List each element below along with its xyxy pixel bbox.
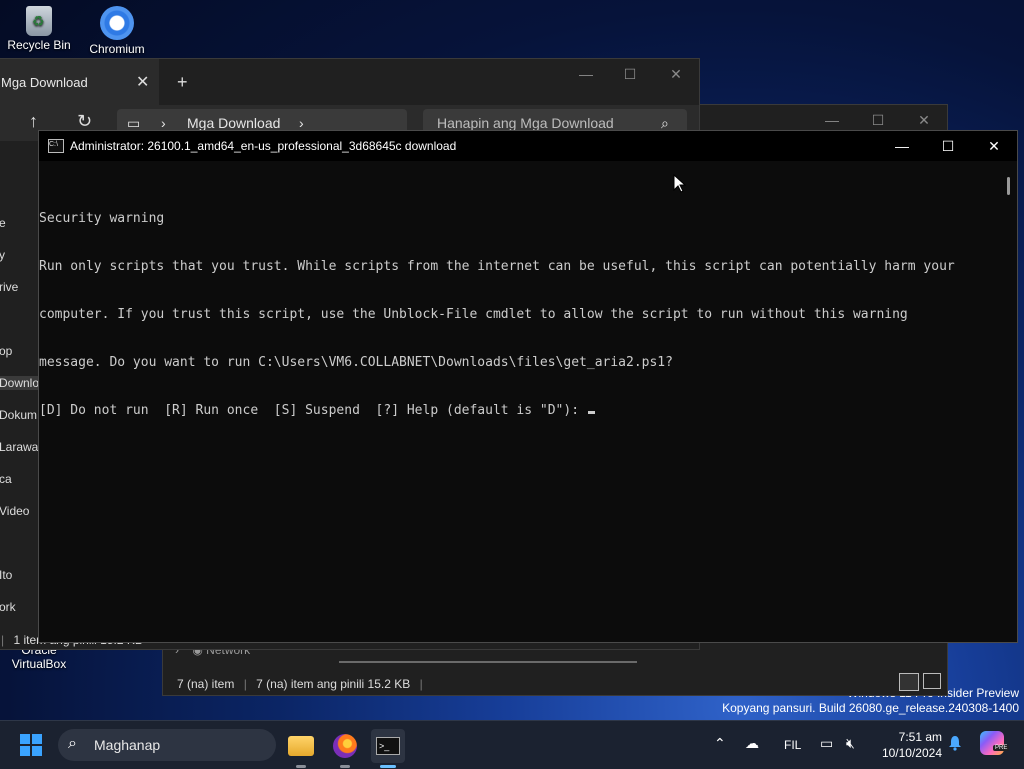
chevron-up-icon[interactable]: ⌃	[714, 735, 726, 752]
console-line: Run only scripts that you trust. While s…	[39, 259, 955, 274]
tab-title: Mga Download	[1, 75, 88, 90]
firefox-icon	[333, 734, 357, 758]
sidebar-item-downloads[interactable]: Downlo	[0, 376, 42, 390]
volume-muted-icon[interactable]: 🔇︎	[846, 735, 855, 752]
up-arrow-icon[interactable]: ↑	[29, 111, 38, 132]
status-bar: 7 (na) item | 7 (na) item ang pinili 15.…	[177, 677, 423, 691]
text-cursor	[587, 411, 595, 414]
maximize-button[interactable]: ☐	[925, 131, 971, 161]
console-icon: C:\	[48, 139, 64, 153]
search-input[interactable]: Hanapin ang Mga Download	[437, 115, 614, 131]
sidebar-item[interactable]: Dokum	[0, 408, 37, 422]
desktop-icon-recycle-bin[interactable]: Recycle Bin	[0, 0, 78, 52]
console-prompt: [D] Do not run [R] Run once [S] Suspend …	[39, 403, 587, 418]
clock-time: 7:51 am	[898, 730, 942, 744]
terminal-window[interactable]: C:\ Administrator: 26100.1_amd64_en-us_p…	[38, 130, 1018, 643]
mouse-cursor-icon	[673, 174, 687, 193]
desktop-icon-label: VirtualBox	[11, 657, 67, 671]
network-icon[interactable]: ▭	[820, 735, 833, 752]
sidebar-item[interactable]: y	[0, 248, 5, 262]
taskbar-search[interactable]: ⌕ Maghanap	[58, 729, 276, 761]
pre-badge: PRE	[993, 745, 1010, 751]
new-tab-button[interactable]: +	[177, 72, 188, 93]
search-input[interactable]: Maghanap	[94, 737, 160, 753]
chevron-right-icon: ›	[161, 115, 166, 131]
terminal-icon: >_	[376, 737, 400, 755]
vertical-scrollbar[interactable]	[1007, 177, 1010, 195]
taskbar: ⌕ Maghanap >_ ⌃ ☁ FIL ▭ 🔇︎ 7:51 am 10/10…	[0, 720, 1024, 769]
refresh-icon[interactable]: ↻	[77, 111, 92, 132]
windows-logo-icon	[20, 734, 30, 744]
taskbar-terminal[interactable]: >_	[371, 729, 405, 763]
console-line: computer. If you trust this script, use …	[39, 307, 908, 322]
horizontal-scrollbar[interactable]	[339, 661, 637, 663]
breadcrumb[interactable]: Mga Download	[187, 115, 280, 131]
minimize-button[interactable]: —	[879, 131, 925, 161]
chevron-right-icon[interactable]: ›	[299, 115, 304, 131]
recycle-bin-icon	[26, 6, 52, 36]
tiles-view-icon[interactable]	[923, 673, 941, 689]
desktop-icon-chromium[interactable]: Chromium	[78, 0, 156, 56]
close-button[interactable]: ✕	[653, 59, 699, 89]
file-explorer-icon	[288, 736, 314, 756]
window-title: Administrator: 26100.1_amd64_en-us_profe…	[70, 139, 457, 153]
console-output[interactable]: Security warning Run only scripts that y…	[39, 179, 1001, 451]
watermark-line2: Kopyang pansuri. Build 26080.ge_release.…	[722, 701, 1019, 715]
sidebar-item[interactable]: ork	[0, 600, 16, 614]
language-indicator[interactable]: FIL	[784, 738, 801, 752]
console-line: message. Do you want to run C:\Users\VM6…	[39, 355, 673, 370]
start-button[interactable]	[20, 734, 42, 756]
minimize-button[interactable]: —	[563, 59, 609, 89]
desktop-icon-label: Chromium	[89, 42, 145, 56]
sidebar-item[interactable]: e	[0, 216, 6, 230]
console-prompt-line[interactable]: [D] Do not run [R] Run once [S] Suspend …	[39, 403, 1001, 419]
taskbar-firefox[interactable]	[328, 729, 362, 763]
sidebar-item[interactable]: ca	[0, 472, 12, 486]
sidebar-item[interactable]: Video	[0, 504, 29, 518]
cloud-off-icon[interactable]: ☁	[745, 735, 759, 752]
search-icon: ⌕	[68, 735, 77, 752]
item-count: 7 (na) item	[177, 677, 235, 691]
close-tab-icon[interactable]: ✕	[136, 72, 149, 92]
console-line: Security warning	[39, 211, 165, 226]
tab-downloads[interactable]: Mga Download ✕	[0, 59, 159, 105]
sidebar-item[interactable]: op	[0, 344, 12, 358]
chromium-icon	[100, 6, 134, 40]
maximize-button[interactable]: ☐	[607, 59, 653, 89]
sidebar-item[interactable]: Ito	[0, 568, 12, 582]
close-button[interactable]: ✕	[971, 131, 1017, 161]
taskbar-file-explorer[interactable]	[284, 729, 318, 763]
terminal-titlebar[interactable]: C:\ Administrator: 26100.1_amd64_en-us_p…	[39, 131, 1017, 161]
clock[interactable]: 7:51 am 10/10/2024	[872, 729, 942, 761]
details-view-icon[interactable]	[899, 673, 919, 691]
selected-info: 7 (na) item ang pinili 15.2 KB	[256, 677, 411, 691]
notification-bell-icon[interactable]	[948, 735, 962, 751]
desktop-icon-label: Recycle Bin	[7, 38, 71, 52]
clock-date: 10/10/2024	[881, 746, 942, 760]
copilot-icon[interactable]	[980, 731, 1004, 755]
sidebar-item[interactable]: rive	[0, 280, 18, 294]
